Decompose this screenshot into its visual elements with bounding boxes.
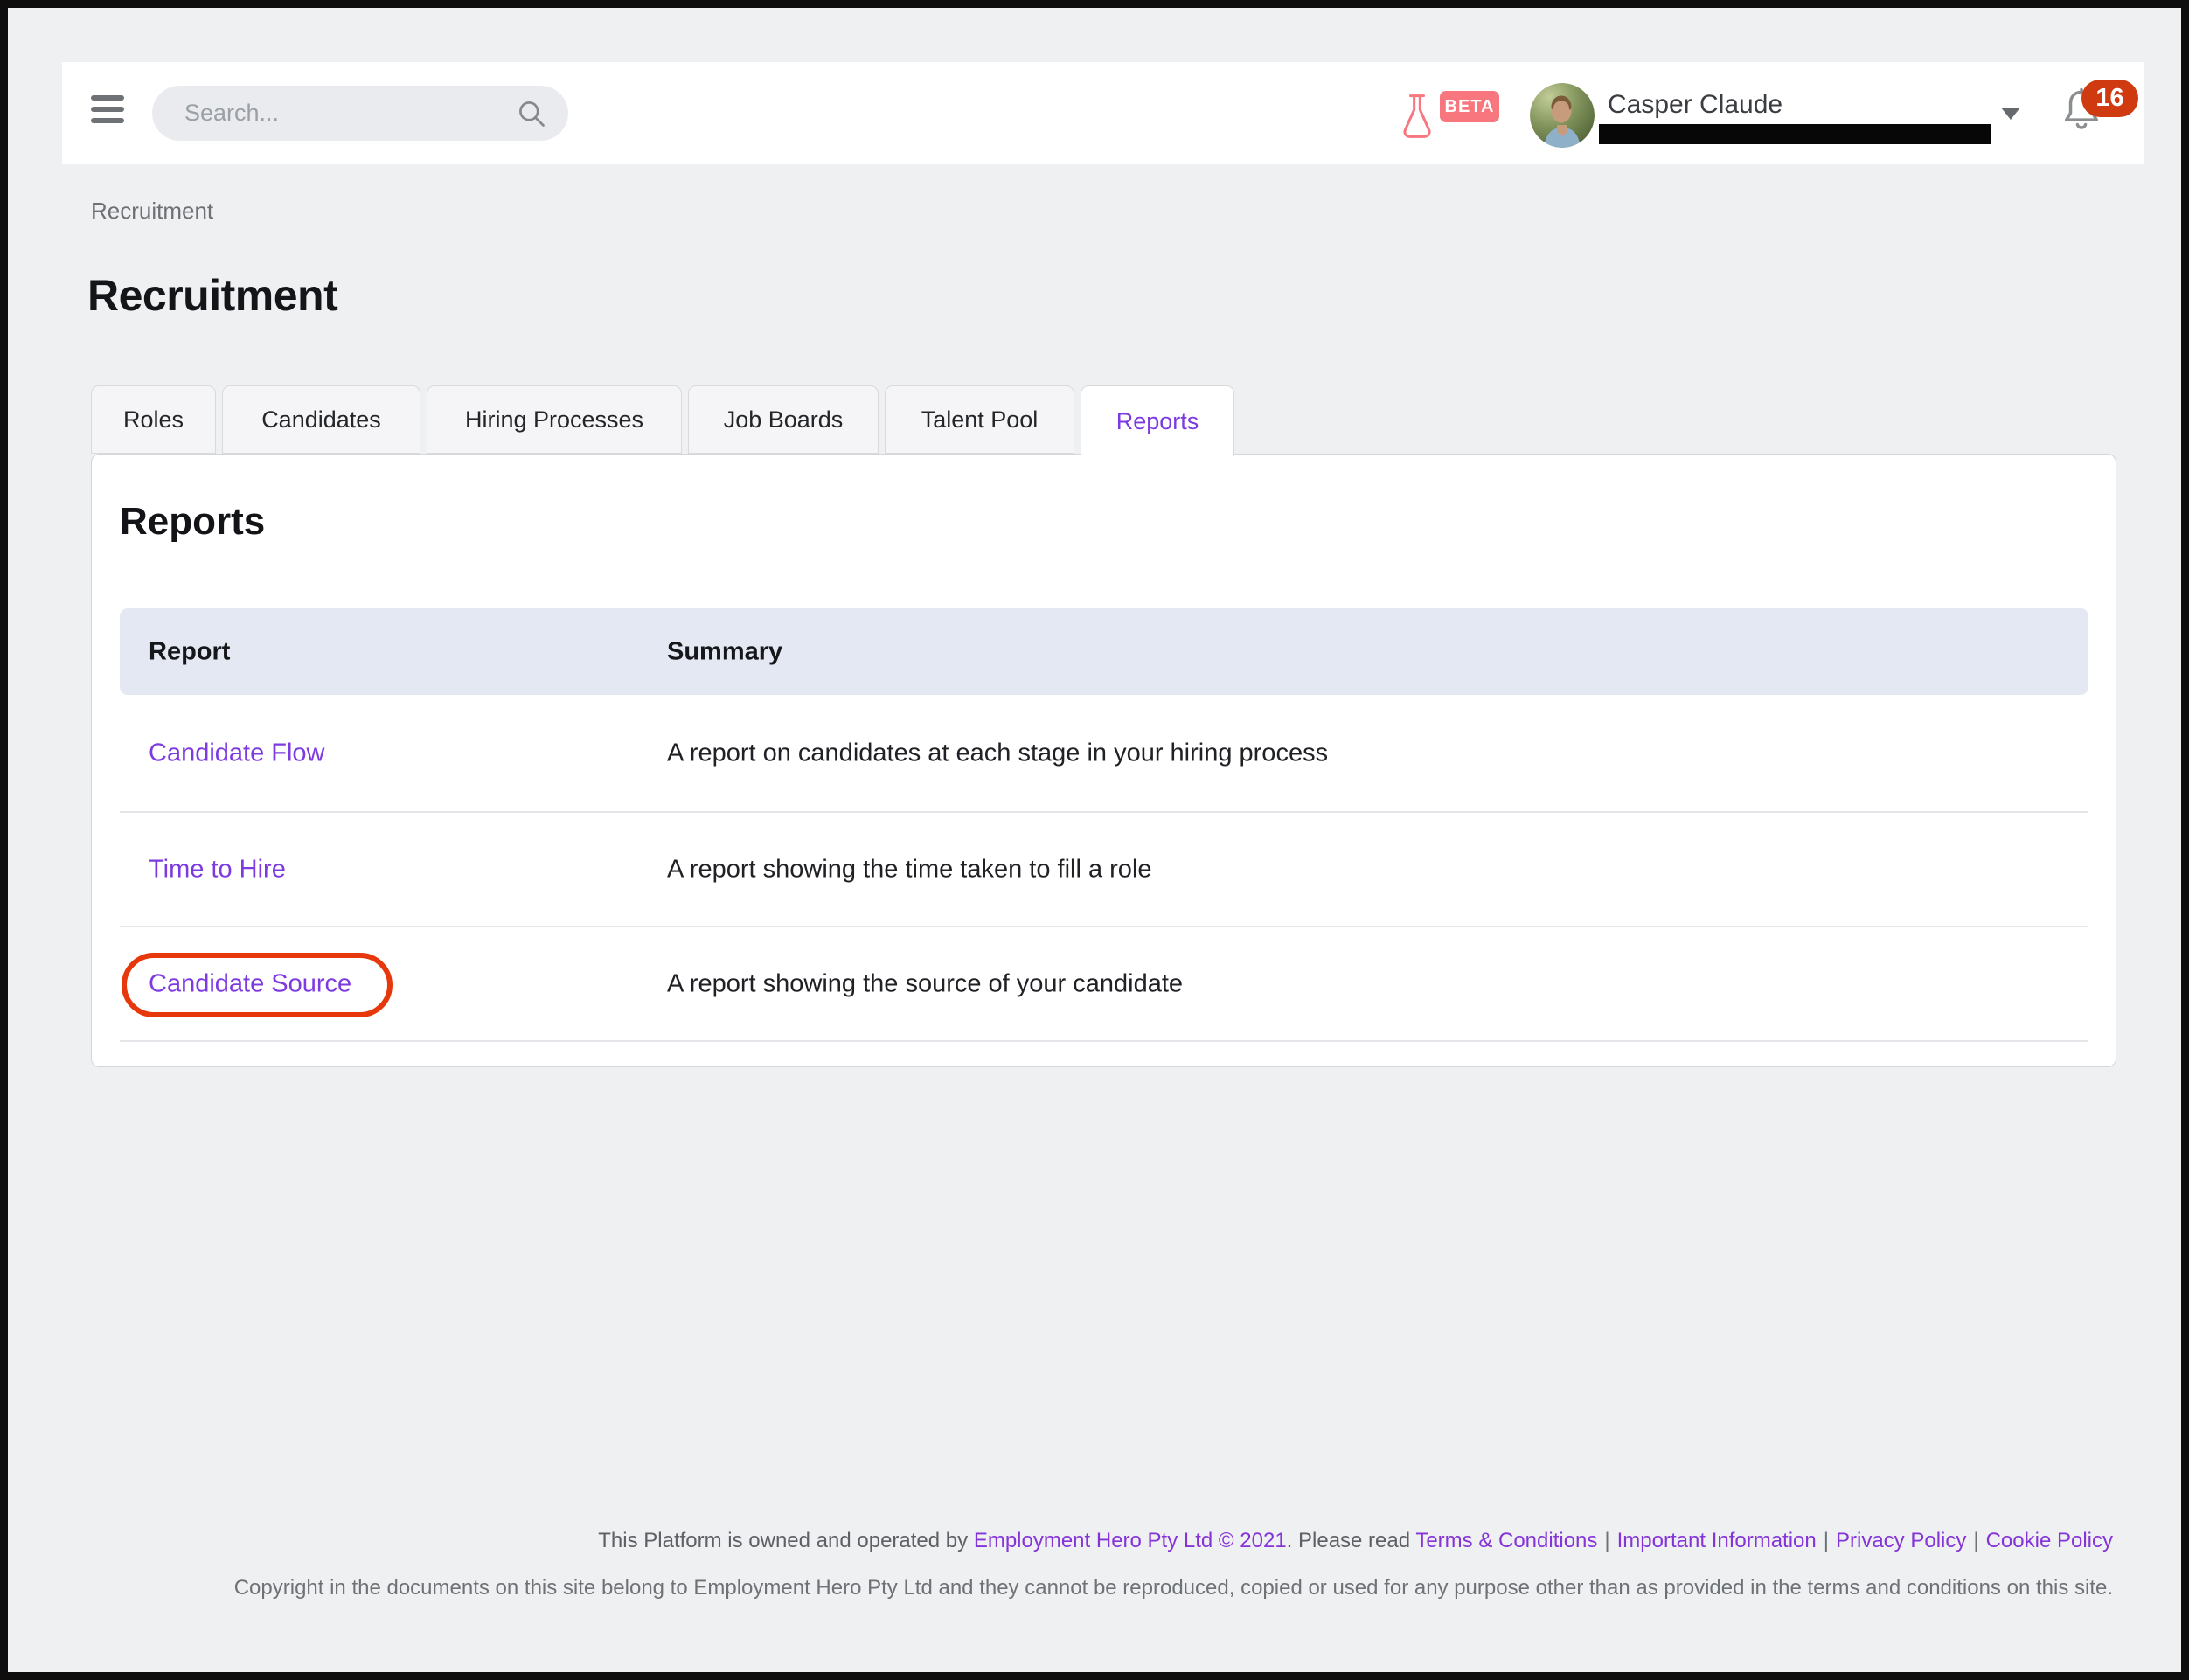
report-link-time-to-hire[interactable]: Time to Hire	[149, 855, 286, 884]
footer-copyright: Copyright in the documents on this site …	[91, 1576, 2113, 1600]
app-window: BETA Ca	[0, 0, 2189, 1680]
chevron-down-icon[interactable]	[2001, 108, 2020, 120]
footer-separator: |	[1824, 1529, 1829, 1552]
redacted-user-email	[1599, 124, 1991, 144]
tab-bar: Roles Candidates Hiring Processes Job Bo…	[91, 385, 1234, 456]
report-link-candidate-flow[interactable]: Candidate Flow	[149, 739, 325, 767]
search-box[interactable]	[152, 86, 568, 141]
table-row: Time to Hire A report showing the time t…	[120, 813, 2088, 927]
footer-link-important-information[interactable]: Important Information	[1617, 1529, 1817, 1552]
table-header: Report Summary	[120, 608, 2088, 695]
search-input[interactable]	[152, 86, 568, 141]
notification-count-badge: 16	[2081, 80, 2138, 117]
footer-line-1: This Platform is owned and operated by E…	[91, 1529, 2113, 1553]
table-row: Candidate Flow A report on candidates at…	[120, 695, 2088, 813]
page-title: Recruitment	[87, 270, 337, 321]
footer-text: . Please read	[1287, 1529, 1416, 1552]
report-summary: A report showing the time taken to fill …	[667, 855, 1152, 884]
footer-link-owner[interactable]: Employment Hero Pty Ltd © 2021	[974, 1529, 1287, 1552]
avatar[interactable]	[1530, 83, 1595, 148]
menu-icon[interactable]	[91, 95, 124, 130]
report-link-candidate-source[interactable]: Candidate Source	[149, 969, 351, 998]
tab-talent-pool[interactable]: Talent Pool	[885, 385, 1074, 454]
tab-job-boards[interactable]: Job Boards	[688, 385, 879, 454]
footer-link-cookie-policy[interactable]: Cookie Policy	[1986, 1529, 2113, 1552]
top-bar: BETA Ca	[62, 62, 2144, 164]
notifications-button[interactable]: 16	[2057, 74, 2144, 153]
column-header-summary: Summary	[667, 637, 782, 666]
beta-flask-icon	[1400, 93, 1435, 140]
report-summary: A report on candidates at each stage in …	[667, 739, 1328, 767]
tab-hiring-processes[interactable]: Hiring Processes	[427, 385, 682, 454]
breadcrumb[interactable]: Recruitment	[91, 198, 213, 225]
tab-roles[interactable]: Roles	[91, 385, 216, 454]
beta-badge: BETA	[1440, 91, 1499, 122]
reports-panel: Reports Report Summary Candidate Flow A …	[91, 454, 2116, 1067]
column-header-report: Report	[149, 637, 230, 666]
footer-separator: |	[1604, 1529, 1609, 1552]
section-title: Reports	[120, 500, 265, 544]
footer-text: This Platform is owned and operated by	[598, 1529, 974, 1552]
footer-link-privacy-policy[interactable]: Privacy Policy	[1836, 1529, 1966, 1552]
search-icon	[516, 98, 547, 129]
footer-separator: |	[1973, 1529, 1978, 1552]
footer-link-terms[interactable]: Terms & Conditions	[1415, 1529, 1597, 1552]
user-name: Casper Claude	[1608, 90, 1782, 120]
table-row: Candidate Source A report showing the so…	[120, 927, 2088, 1042]
report-summary: A report showing the source of your cand…	[667, 969, 1183, 998]
tab-candidates[interactable]: Candidates	[222, 385, 420, 454]
tab-reports[interactable]: Reports	[1081, 385, 1234, 456]
